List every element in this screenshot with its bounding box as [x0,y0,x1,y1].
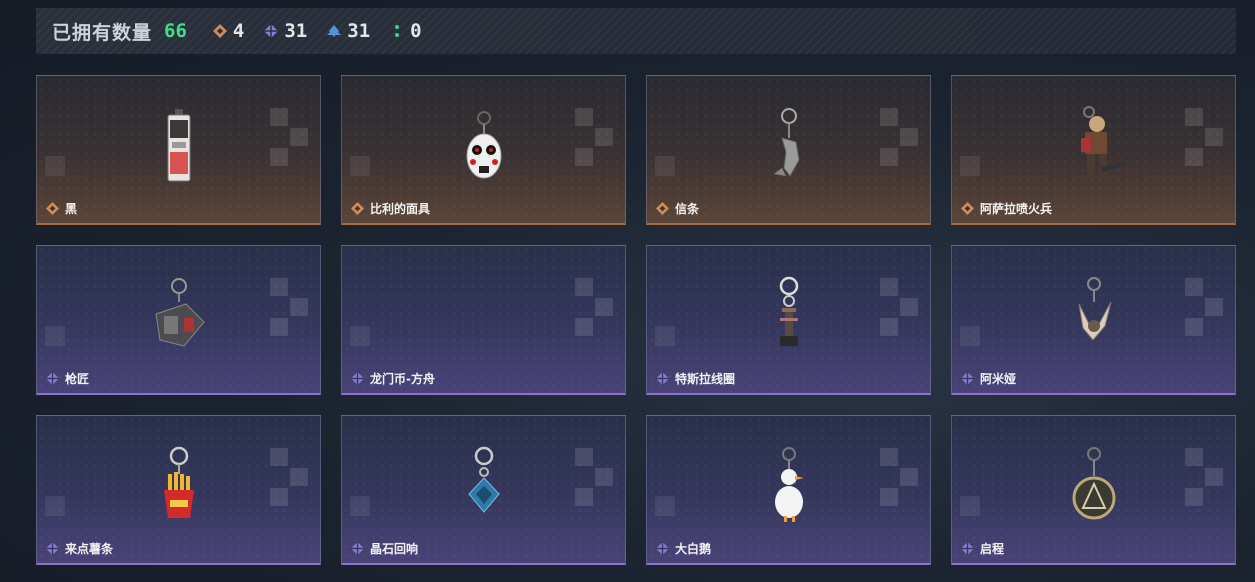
billy-mask-pendant-icon [466,111,501,179]
departure-medal-pendant-icon [1072,447,1115,520]
item-name: 信条 [675,202,700,216]
item-name: 晶石回响 [370,542,419,556]
blue-diamond-icon [327,25,342,37]
item-name-row: 大白鹅 [656,540,711,557]
item-name: 阿米娅 [980,372,1017,386]
decorative-square [45,156,65,176]
decorative-pattern [270,108,310,168]
item-name: 龙门币-方舟 [370,372,435,386]
decorative-pattern [270,448,310,508]
item-card[interactable]: 阿米娅 [951,245,1236,395]
item-name-row: 阿萨拉喷火兵 [961,200,1052,217]
purple-diamond-icon [656,372,669,385]
decorative-square [45,326,65,346]
stat-green: 0 [390,20,422,42]
owned-count-value: 66 [164,20,187,42]
item-card[interactable]: 黑 [36,75,321,225]
orange-diamond-icon [46,202,59,215]
orange-diamond-icon [656,202,669,215]
item-card[interactable]: 来点薯条 [36,415,321,565]
item-name-row: 黑 [46,200,77,217]
orange-diamond-icon [961,202,974,215]
item-name: 比利的面具 [370,202,431,216]
item-name-row: 特斯拉线圈 [656,370,735,387]
item-card[interactable]: 信条 [646,75,931,225]
purple-diamond-icon [46,542,59,555]
item-name: 特斯拉线圈 [675,372,736,386]
item-name: 启程 [980,542,1005,556]
item-name-row: 来点薯条 [46,540,113,557]
decorative-pattern [575,278,615,338]
purple-diamond-icon [351,542,364,555]
french-fries-pendant-icon [163,446,194,518]
decorative-pattern [575,448,615,508]
stat-purple-value: 31 [284,20,308,42]
decorative-square [655,496,675,516]
amiya-pendant-icon [1078,277,1111,341]
stat-blue-value: 31 [347,20,371,42]
pendant-grid: 黑 比利的面具 信条 阿萨拉喷火兵 枪匠 龙门币-方舟 特斯拉线圈 阿米娅 来点… [36,75,1236,565]
item-card[interactable]: 阿萨拉喷火兵 [951,75,1236,225]
item-name: 阿萨拉喷火兵 [980,202,1053,216]
item-name: 枪匠 [65,372,90,386]
stat-orange-value: 4 [232,20,245,42]
owned-count-label: 已拥有数量 [52,21,153,44]
purple-diamond-icon [351,372,364,385]
item-name-row: 龙门币-方舟 [351,370,435,387]
item-name-row: 信条 [656,200,699,217]
decorative-pattern [270,278,310,338]
item-name-row: 晶石回响 [351,540,418,557]
purple-diamond-icon [264,24,279,38]
decorative-pattern [880,448,920,508]
flamethrower-soldier-pendant-icon [1080,106,1125,176]
decorative-square [960,326,980,346]
decorative-pattern [880,278,920,338]
decorative-pattern [575,108,615,168]
gunsmith-pendant-icon [154,278,205,347]
decorative-pattern [1185,448,1225,508]
stat-orange: 4 [212,20,245,42]
decorative-square [655,156,675,176]
item-card[interactable]: 晶石回响 [341,415,626,565]
item-card[interactable]: 大白鹅 [646,415,931,565]
item-name-row: 枪匠 [46,370,89,387]
item-name-row: 比利的面具 [351,200,430,217]
green-dots-icon [395,25,400,37]
decorative-square [350,326,370,346]
white-goose-pendant-icon [774,447,804,522]
orange-diamond-icon [212,24,227,38]
item-name: 大白鹅 [675,542,712,556]
item-card[interactable]: 龙门币-方舟 [341,245,626,395]
item-name-row: 阿米娅 [961,370,1016,387]
decorative-square [655,326,675,346]
item-card[interactable]: 枪匠 [36,245,321,395]
creed-pendant-icon [773,108,800,177]
item-card[interactable]: 启程 [951,415,1236,565]
black-pendant-icon [167,109,190,182]
tesla-coil-pendant-icon [779,276,798,346]
item-name: 来点薯条 [65,542,114,556]
decorative-square [960,156,980,176]
purple-diamond-icon [961,372,974,385]
decorative-pattern [1185,108,1225,168]
collection-summary-bar: 已拥有数量 66 4 31 31 0 [36,8,1236,54]
stat-blue: 31 [327,20,370,42]
decorative-square [350,496,370,516]
item-card[interactable]: 特斯拉线圈 [646,245,931,395]
item-name-row: 启程 [961,540,1004,557]
decorative-pattern [1185,278,1225,338]
decorative-square [350,156,370,176]
decorative-pattern [880,108,920,168]
purple-diamond-icon [46,372,59,385]
purple-diamond-icon [961,542,974,555]
purple-diamond-icon [656,542,669,555]
item-name: 黑 [65,202,78,216]
stat-purple: 31 [264,20,307,42]
crystal-echo-pendant-icon [467,446,500,513]
decorative-square [960,496,980,516]
stat-green-value: 0 [410,20,422,42]
orange-diamond-icon [351,202,364,215]
decorative-square [45,496,65,516]
item-card[interactable]: 比利的面具 [341,75,626,225]
